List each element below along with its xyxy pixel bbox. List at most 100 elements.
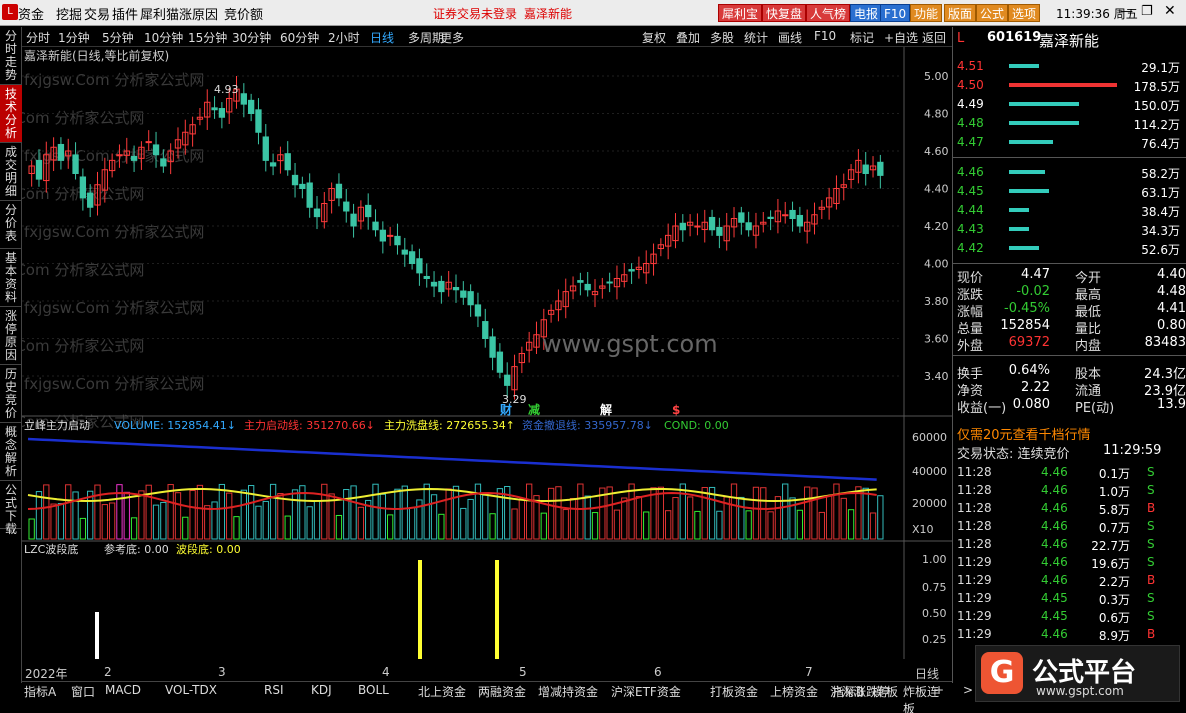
toolbar-button-0[interactable]: 犀利宝 xyxy=(718,4,763,22)
menu-item-4[interactable]: 犀利猫 xyxy=(140,4,179,23)
menu-item-2[interactable]: 交易 xyxy=(84,4,110,23)
bottom-tab-3[interactable]: VOL-TDX xyxy=(163,683,219,697)
left-tab-8[interactable]: 公式下载 xyxy=(0,481,22,536)
menu-item-3[interactable]: 插件 xyxy=(112,4,138,23)
tool-3[interactable]: 统计 xyxy=(744,29,768,46)
menu-item-5[interactable]: 涨原因 xyxy=(179,4,218,23)
period-9[interactable]: 多周期 xyxy=(408,29,444,46)
candle-body xyxy=(350,213,357,227)
tool-0[interactable]: 复权 xyxy=(642,29,666,46)
left-tab-2[interactable]: 成交明细 xyxy=(0,143,22,201)
bottom-tab-6[interactable]: BOLL xyxy=(356,683,391,697)
book-b-volume: 34.3万 xyxy=(1141,224,1180,238)
volume-bar xyxy=(28,518,35,540)
toolbar-button-3[interactable]: 电报 xyxy=(850,4,883,22)
lzc-tick-2: 0.50 xyxy=(922,607,947,620)
tick-time: 11:29 xyxy=(957,591,992,605)
bottom-tab-1[interactable]: 窗口 xyxy=(69,683,97,700)
left-tab-4[interactable]: 基本资料 xyxy=(0,249,22,307)
vol-tick-2: 20000 xyxy=(912,497,947,510)
toolbar-button-1[interactable]: 快复盘 xyxy=(762,4,807,22)
bottom-tab-7[interactable]: 北上资金 xyxy=(416,683,468,700)
bottom-tab-9[interactable]: 增减持资金 xyxy=(536,683,600,700)
event-marker-2[interactable]: 解 xyxy=(600,402,612,417)
left-tab-3[interactable]: 分价表 xyxy=(0,201,22,249)
tool-8[interactable]: 返回 xyxy=(922,29,946,46)
time-label-4: 5 xyxy=(519,665,527,679)
volume-bar xyxy=(628,483,635,540)
period-8[interactable]: 日线 xyxy=(370,29,394,46)
bottom-right-3[interactable]: + xyxy=(932,683,946,697)
bottom-tab-4[interactable]: RSI xyxy=(262,683,286,697)
toolbar-button-5[interactable]: 功能 xyxy=(910,4,943,22)
tool-7[interactable]: +自选 xyxy=(884,29,918,46)
bottom-tab-5[interactable]: KDJ xyxy=(309,683,334,697)
toolbar-button-7[interactable]: 公式 xyxy=(976,4,1009,22)
login-notice[interactable]: 证券交易未登录 xyxy=(433,5,517,22)
left-tab-7[interactable]: 概念解析 xyxy=(0,423,22,481)
toolbar-button-4[interactable]: F10 xyxy=(880,4,911,22)
bottom-tab-10[interactable]: 沪深ETF资金 xyxy=(609,683,683,700)
bottom-right-2[interactable]: 板 xyxy=(884,683,900,700)
tick-price: 4.45 xyxy=(1041,591,1068,605)
menu-item-6[interactable]: 竞价额 xyxy=(224,4,263,23)
stock-name: 嘉泽新能 xyxy=(1039,32,1100,50)
period-2[interactable]: 5分钟 xyxy=(102,29,134,46)
event-marker-0[interactable]: 财 xyxy=(499,402,512,417)
period-10[interactable]: 更多 xyxy=(440,29,464,46)
volume-bar xyxy=(840,497,847,540)
book-a-price: 4.48 xyxy=(957,116,984,130)
volume-bar xyxy=(804,486,811,540)
bottom-right-0[interactable]: 指标B xyxy=(830,683,866,700)
high-label: 4.93 xyxy=(214,83,239,96)
period-3[interactable]: 10分钟 xyxy=(144,29,183,46)
menu-item-0[interactable]: 资金 xyxy=(18,4,44,23)
toolbar-button-2[interactable]: 人气榜 xyxy=(806,4,851,22)
volume-bar xyxy=(174,492,182,540)
period-6[interactable]: 60分钟 xyxy=(280,29,319,46)
toolbar-button-8[interactable]: 选项 xyxy=(1008,4,1041,22)
toolbar-button-6[interactable]: 版面 xyxy=(944,4,977,22)
period-7[interactable]: 2小时 xyxy=(328,29,360,46)
left-tab-1[interactable]: 技术分析 xyxy=(0,85,22,143)
left-tab-0[interactable]: 分时走势 xyxy=(0,27,22,85)
volume-bar xyxy=(489,513,496,540)
kline-chart[interactable]: fxjgsw.Com 分析家公式网 fxjgsw.Com 分析家公式网 fxjgsw… xyxy=(22,47,952,659)
menu-item-1[interactable]: 挖掘 xyxy=(56,4,82,23)
bottom-tab-15[interactable]: > xyxy=(961,683,975,697)
tool-4[interactable]: 画线 xyxy=(778,29,802,46)
bottom-tab-8[interactable]: 两融资金 xyxy=(476,683,528,700)
left-tab-6[interactable]: 历史竞价 xyxy=(0,365,22,423)
close-icon[interactable]: ✕ xyxy=(1164,3,1176,19)
bottom-tab-11[interactable]: 打板资金 xyxy=(708,683,760,700)
volume-bar xyxy=(401,485,408,540)
period-5[interactable]: 30分钟 xyxy=(232,29,271,46)
promo-link[interactable]: 仅需20元查看千档行情 xyxy=(957,424,1091,443)
event-marker-3[interactable]: $ xyxy=(672,403,680,417)
period-0[interactable]: 分时 xyxy=(26,29,50,46)
tool-5[interactable]: F10 xyxy=(814,29,836,43)
tool-2[interactable]: 多股 xyxy=(710,29,734,46)
event-marker-1[interactable]: 减 xyxy=(528,402,540,417)
candle-body xyxy=(679,222,686,231)
capital-retreat-line xyxy=(27,437,877,481)
bottom-tab-0[interactable]: 指标A xyxy=(22,683,58,700)
tool-6[interactable]: 标记 xyxy=(850,29,874,46)
volume-bar xyxy=(218,483,226,540)
volume-bar xyxy=(65,484,72,540)
volume-bar xyxy=(811,487,818,540)
bottom-tab-12[interactable]: 上榜资金 xyxy=(768,683,820,700)
stat-value: 4.47 xyxy=(1021,267,1050,282)
volume-bar xyxy=(335,514,343,540)
minimize-icon[interactable]: — xyxy=(1120,4,1133,19)
restore-icon[interactable]: ❐ xyxy=(1141,4,1153,19)
left-tab-5[interactable]: 涨停原因 xyxy=(0,307,22,365)
volume-bar xyxy=(204,505,211,540)
candle-body xyxy=(877,161,884,176)
tool-1[interactable]: 叠加 xyxy=(676,29,700,46)
volume-bar xyxy=(686,496,694,540)
period-4[interactable]: 15分钟 xyxy=(188,29,227,46)
bottom-tab-2[interactable]: MACD xyxy=(103,683,143,697)
tick-volume: 5.8万 xyxy=(1098,503,1130,517)
period-1[interactable]: 1分钟 xyxy=(58,29,90,46)
